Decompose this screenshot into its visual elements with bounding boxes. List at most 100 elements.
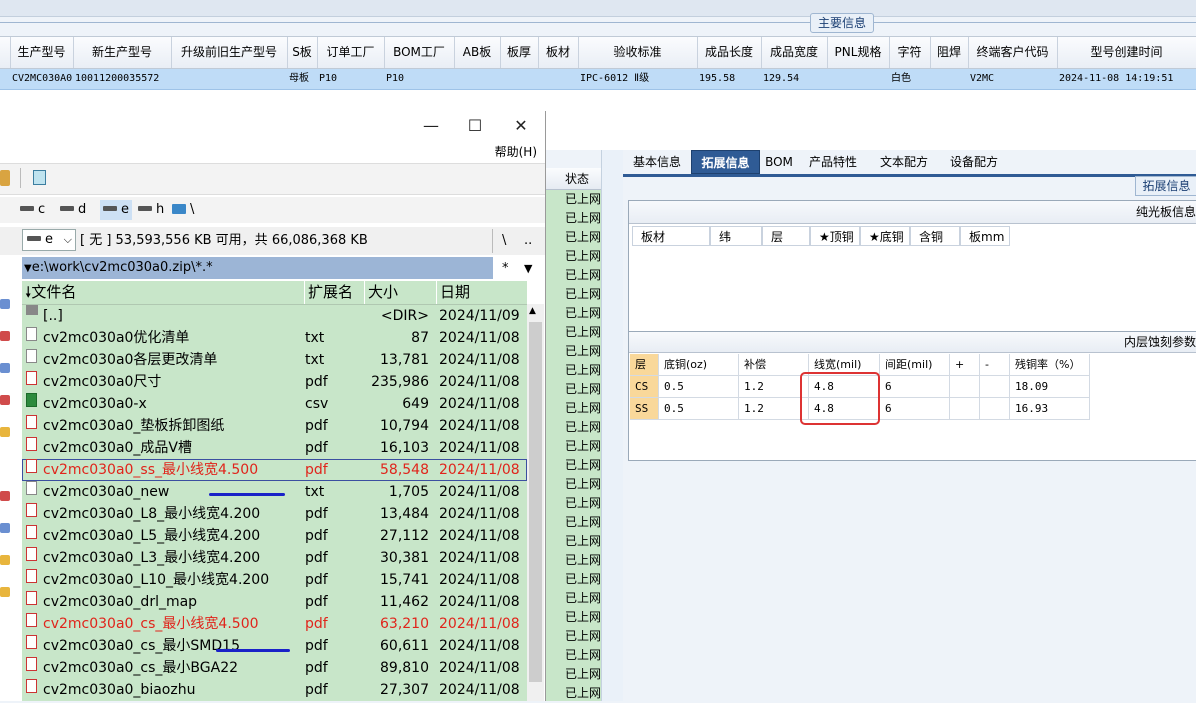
grid-header-cell[interactable]: 新生产型号 — [73, 37, 172, 68]
status-cell[interactable]: 已上网 — [565, 190, 601, 209]
etching-header-cell[interactable]: 间距(mil) — [880, 354, 950, 376]
grid-header-cell[interactable]: 型号创建时间 — [1057, 37, 1196, 68]
status-cell[interactable]: 已上网 — [565, 646, 601, 665]
side-tool-icon[interactable] — [0, 331, 10, 341]
close-button[interactable]: ✕ — [498, 111, 544, 141]
grid-value-cell[interactable]: V2MC — [968, 69, 1059, 89]
grid-header-cell[interactable]: S板 — [287, 37, 318, 68]
tab-2[interactable]: BOM — [760, 150, 798, 174]
file-row[interactable]: cv2mc030a0_L3_最小线宽4.200 pdf 30,381 2024/11/… — [22, 547, 527, 569]
status-cell[interactable]: 已上网 — [565, 380, 601, 399]
file-row[interactable]: cv2mc030a0_垫板拆卸图纸 pdf 10,794 2024/11/08 — [22, 415, 527, 437]
grid-value-cell[interactable] — [454, 69, 502, 89]
bare-board-header-cell[interactable]: ★底铜 — [860, 226, 910, 246]
grid-value-cell[interactable]: P10 — [317, 69, 386, 89]
etching-value-cell[interactable]: CS — [630, 376, 659, 398]
file-row[interactable]: cv2mc030a0_cs_最小SMD15 pdf 60,611 2024/11/08 — [22, 635, 527, 657]
toolbar-tool-icon[interactable] — [0, 170, 10, 186]
grid-header-cell[interactable]: 成品宽度 — [761, 37, 828, 68]
status-cell[interactable]: 已上网 — [565, 437, 601, 456]
etching-value-cell[interactable] — [950, 376, 980, 398]
file-row[interactable]: cv2mc030a0_L8_最小线宽4.200 pdf 13,484 2024/11/… — [22, 503, 527, 525]
grid-value-cell[interactable]: CV2MC030A0 — [10, 69, 75, 89]
grid-header-cell[interactable]: 板材 — [538, 37, 579, 68]
bare-board-header-cell[interactable]: 含铜 — [910, 226, 960, 246]
etching-header-cell[interactable]: 底铜(oz) — [659, 354, 739, 376]
grid-value-cell[interactable]: 129.54 — [761, 69, 829, 89]
etching-value-cell[interactable] — [980, 398, 1010, 420]
minimize-button[interactable]: — — [408, 111, 454, 141]
grid-value-cell[interactable]: 母板 — [287, 69, 319, 89]
grid-header-cell[interactable]: 板厚 — [500, 37, 539, 68]
status-cell[interactable]: 已上网 — [565, 342, 601, 361]
etching-value-cell[interactable]: SS — [630, 398, 659, 420]
drive-1[interactable]: d — [60, 200, 86, 220]
root-button[interactable]: \ — [502, 231, 506, 251]
folder-icon[interactable] — [0, 427, 10, 437]
status-cell[interactable]: 已上网 — [565, 627, 601, 646]
etching-value-cell[interactable]: 6 — [880, 376, 950, 398]
grid-value-cell[interactable]: 195.58 — [697, 69, 763, 89]
etching-value-cell[interactable]: 16.93 — [1010, 398, 1090, 420]
grid-header-cell[interactable]: BOM工厂 — [384, 37, 455, 68]
side-tool-icon[interactable] — [0, 363, 10, 373]
parent-dir-button[interactable]: .. — [524, 231, 532, 251]
status-column-header[interactable]: 状态 — [545, 168, 601, 190]
tab-1[interactable]: 拓展信息 — [691, 150, 760, 174]
status-cell[interactable]: 已上网 — [565, 494, 601, 513]
maximize-button[interactable]: ☐ — [452, 111, 498, 141]
grid-header-cell[interactable]: 字符 — [889, 37, 931, 68]
grid-header-cell[interactable]: 终端客户代码 — [968, 37, 1058, 68]
file-row[interactable]: cv2mc030a0尺寸 pdf 235,986 2024/11/08 — [22, 371, 527, 393]
drive-0[interactable]: c — [20, 200, 45, 220]
side-tool-icon[interactable] — [0, 523, 10, 533]
help-menu[interactable]: 帮助(H) — [495, 143, 537, 160]
grid-value-cell[interactable] — [500, 69, 540, 89]
grid-header-cell[interactable]: 成品长度 — [697, 37, 762, 68]
grid-header-cell[interactable]: 升级前旧生产型号 — [171, 37, 288, 68]
status-cell[interactable]: 已上网 — [565, 608, 601, 627]
bare-board-header-cell[interactable]: 纬 — [710, 226, 762, 246]
filter-dropdown-icon[interactable]: ▼ — [524, 259, 532, 279]
status-cell[interactable]: 已上网 — [565, 418, 601, 437]
status-cell[interactable]: 已上网 — [565, 570, 601, 589]
notepad-icon[interactable] — [33, 170, 46, 185]
status-cell[interactable]: 已上网 — [565, 323, 601, 342]
drive-3[interactable]: h — [138, 200, 164, 220]
tab-4[interactable]: 文本配方 — [868, 150, 940, 174]
file-row[interactable]: cv2mc030a0-x csv 649 2024/11/08 — [22, 393, 527, 415]
grid-value-cell[interactable] — [827, 69, 891, 89]
etching-value-cell[interactable] — [980, 376, 1010, 398]
grid-header-cell[interactable]: 订单工厂 — [317, 37, 385, 68]
main-grid-selected-row[interactable]: CV2MC030A0 10011200035572 母板 P10 P10 IPC-6012… — [0, 69, 1196, 90]
grid-header-cell[interactable]: PNL规格 — [827, 37, 890, 68]
bare-board-header-cell[interactable]: 板材 — [632, 226, 710, 246]
file-row[interactable]: cv2mc030a0优化清单 txt 87 2024/11/08 — [22, 327, 527, 349]
status-cell[interactable]: 已上网 — [565, 551, 601, 570]
file-row[interactable]: cv2mc030a0_biaozhu pdf 27,307 2024/11/08 — [22, 679, 527, 701]
status-cell[interactable]: 已上网 — [565, 456, 601, 475]
etching-value-cell[interactable]: 1.2 — [739, 376, 809, 398]
path-bar[interactable]: ▼e:\work\cv2mc030a0.zip\*.* — [22, 257, 493, 279]
file-row[interactable]: [..] <DIR> 2024/11/09 — [22, 305, 527, 327]
grid-value-cell[interactable]: IPC-6012 Ⅱ级 — [578, 69, 699, 89]
drive-combo[interactable]: e ⌵ — [22, 229, 76, 251]
file-row[interactable]: cv2mc030a0_cs_最小线宽4.500 pdf 63,210 2024/11/… — [22, 613, 527, 635]
status-cell[interactable]: 已上网 — [565, 361, 601, 380]
side-tool-icon[interactable] — [0, 395, 10, 405]
etching-value-cell[interactable]: 0.5 — [659, 398, 739, 420]
bare-board-header-cell[interactable]: 层 — [762, 226, 810, 246]
etching-header-cell[interactable]: 补偿 — [739, 354, 809, 376]
status-cell[interactable]: 已上网 — [565, 665, 601, 684]
status-cell[interactable]: 已上网 — [565, 513, 601, 532]
grid-value-cell[interactable]: P10 — [384, 69, 456, 89]
etching-value-cell[interactable]: 0.5 — [659, 376, 739, 398]
bare-board-header-cell[interactable]: 板mm — [960, 226, 1010, 246]
drive-2[interactable]: e — [100, 200, 132, 220]
file-row[interactable]: cv2mc030a0_new txt 1,705 2024/11/08 — [22, 481, 527, 503]
etching-value-cell[interactable]: 18.09 — [1010, 376, 1090, 398]
file-row[interactable]: cv2mc030a0_L10_最小线宽4.200 pdf 15,741 2024/11… — [22, 569, 527, 591]
etching-value-cell[interactable]: 1.2 — [739, 398, 809, 420]
etching-header-cell[interactable]: 残铜率（%） — [1010, 354, 1090, 376]
status-cell[interactable]: 已上网 — [565, 247, 601, 266]
